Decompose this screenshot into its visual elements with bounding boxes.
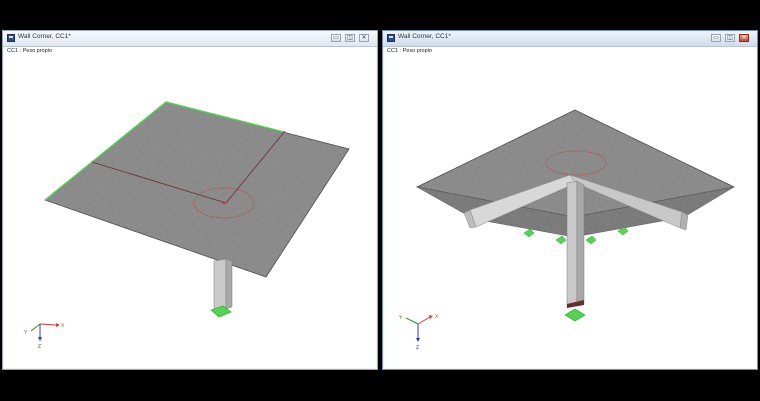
window-title: Wall Corner, CC1* [18, 33, 71, 40]
window-title: Wall Corner, CC1* [398, 33, 451, 40]
minimize-icon[interactable]: ▭ [331, 34, 341, 42]
3d-viewport[interactable]: CC1 : Peso propio X Y Z [4, 47, 376, 368]
3d-viewport[interactable]: CC1 : Peso propio X Y Z [384, 47, 756, 368]
slab-surface [44, 101, 350, 278]
axis-y-label: Y [399, 315, 403, 321]
axis-x-label: X [435, 314, 439, 320]
nodal-support [564, 308, 586, 322]
structure-model: X Y Z [399, 109, 736, 351]
model-window-right[interactable]: Wall Corner, CC1* ▭ ◫ ✕ CC1 : Peso propi… [382, 30, 758, 370]
axis-z-label: Z [38, 344, 41, 350]
axis-triad: X Y Z [24, 323, 65, 350]
axis-triad: X Y Z [399, 314, 439, 351]
column [213, 258, 233, 312]
column [566, 180, 585, 308]
axis-z-label: Z [416, 345, 419, 351]
model-window-left[interactable]: Wall Corner, CC1* ▭ ◫ ✕ CC1 : Peso propi… [2, 30, 378, 370]
title-bar[interactable]: Wall Corner, CC1* ▭ ◫ ✕ [3, 31, 377, 47]
close-icon[interactable]: ✕ [359, 34, 369, 42]
axis-y-label: Y [24, 330, 28, 336]
app-icon [7, 34, 15, 42]
app-icon [387, 34, 395, 42]
maximize-icon[interactable]: ◫ [345, 34, 355, 42]
minimize-icon[interactable]: ▭ [711, 34, 721, 42]
structure-model: X Y Z [24, 101, 350, 350]
close-icon[interactable]: ✕ [739, 34, 749, 42]
axis-x-label: X [61, 323, 65, 329]
title-bar[interactable]: Wall Corner, CC1* ▭ ◫ ✕ [383, 31, 757, 47]
maximize-icon[interactable]: ◫ [725, 34, 735, 42]
